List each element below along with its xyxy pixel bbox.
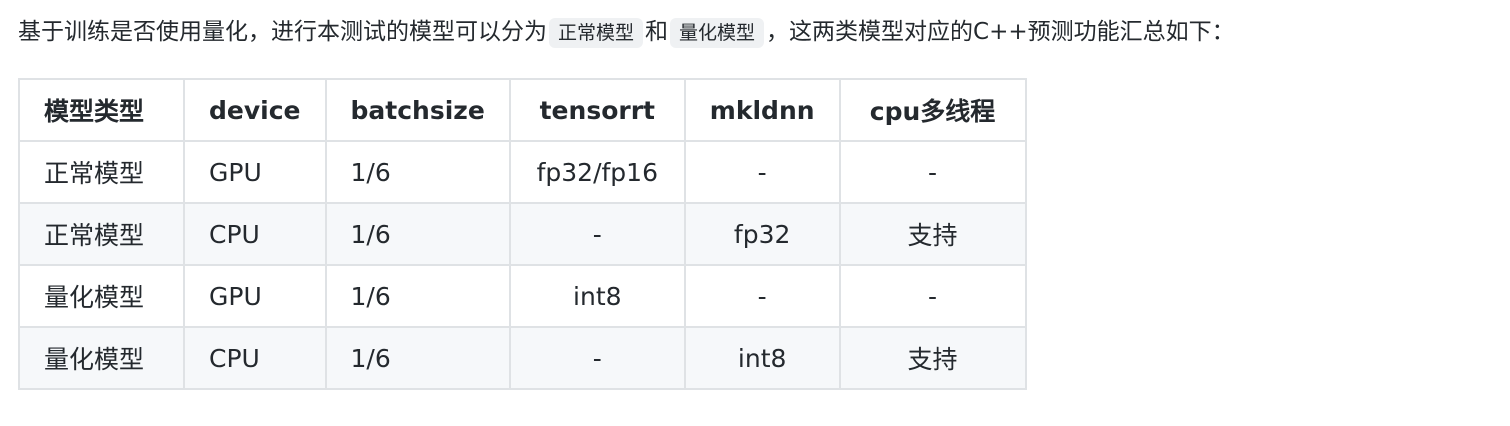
intro-text-after: ，这两类模型对应的C++预测功能汇总如下： — [766, 19, 1235, 45]
inline-code-quant-model: 量化模型 — [670, 18, 765, 48]
cell-model-type: 正常模型 — [18, 202, 185, 266]
cell-batchsize: 1/6 — [324, 326, 511, 390]
cell-tensorrt: - — [508, 326, 686, 390]
cell-model-type: 正常模型 — [18, 140, 185, 204]
cell-tensorrt: int8 — [508, 264, 686, 328]
prediction-summary-table: 模型类型 device batchsize tensorrt mkldnn cp… — [18, 78, 1027, 390]
cell-mkldnn: - — [683, 264, 841, 328]
header-tensorrt: tensorrt — [508, 78, 686, 142]
inline-code-normal-model: 正常模型 — [549, 18, 644, 48]
cell-mkldnn: int8 — [683, 326, 841, 390]
cell-cpu-threads: 支持 — [838, 202, 1027, 266]
cell-mkldnn: - — [683, 140, 841, 204]
table-row: 量化模型 GPU 1/6 int8 - - — [18, 264, 1027, 328]
table-row: 正常模型 GPU 1/6 fp32/fp16 - - — [18, 140, 1027, 204]
cell-batchsize: 1/6 — [324, 202, 511, 266]
cell-tensorrt: fp32/fp16 — [508, 140, 686, 204]
table-header: 模型类型 device batchsize tensorrt mkldnn cp… — [18, 78, 1027, 142]
header-cpu-threads: cpu多线程 — [838, 78, 1027, 142]
intro-text-middle: 和 — [645, 19, 669, 45]
cell-batchsize: 1/6 — [324, 264, 511, 328]
header-model-type: 模型类型 — [18, 78, 185, 142]
header-mkldnn: mkldnn — [683, 78, 841, 142]
intro-text-before: 基于训练是否使用量化，进行本测试的模型可以分为 — [18, 19, 547, 45]
cell-device: GPU — [183, 140, 327, 204]
cell-model-type: 量化模型 — [18, 264, 185, 328]
intro-paragraph: 基于训练是否使用量化，进行本测试的模型可以分为 正常模型和量化模型 ，这两类模型对应… — [18, 12, 1235, 53]
header-row: 模型类型 device batchsize tensorrt mkldnn cp… — [18, 78, 1027, 142]
cell-mkldnn: fp32 — [683, 202, 841, 266]
cell-device: CPU — [183, 202, 327, 266]
cell-tensorrt: - — [508, 202, 686, 266]
table-row: 正常模型 CPU 1/6 - fp32 支持 — [18, 202, 1027, 266]
cell-device: CPU — [183, 326, 327, 390]
table-row: 量化模型 CPU 1/6 - int8 支持 — [18, 326, 1027, 390]
cell-cpu-threads: - — [838, 264, 1027, 328]
cell-batchsize: 1/6 — [324, 140, 511, 204]
header-device: device — [183, 78, 327, 142]
cell-cpu-threads: 支持 — [838, 326, 1027, 390]
header-batchsize: batchsize — [324, 78, 511, 142]
cell-model-type: 量化模型 — [18, 326, 185, 390]
cell-cpu-threads: - — [838, 140, 1027, 204]
cell-device: GPU — [183, 264, 327, 328]
table-body: 正常模型 GPU 1/6 fp32/fp16 - - 正常模型 CPU 1/6 … — [18, 140, 1027, 390]
